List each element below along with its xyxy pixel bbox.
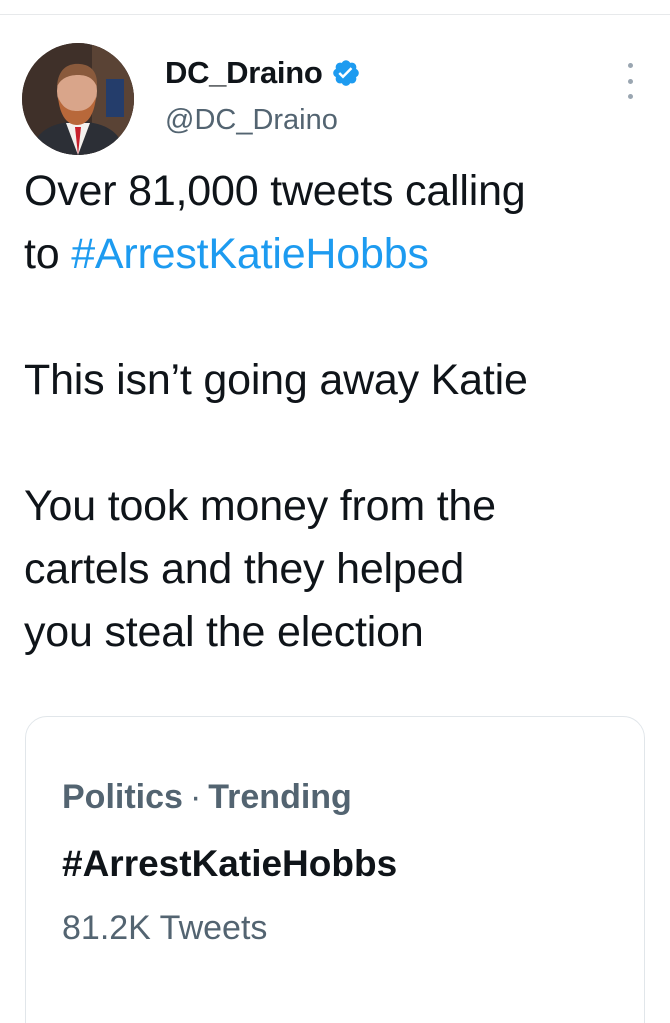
tweet-page: DC_Draino @DC_Draino Over 81,000 tweets … [0, 0, 670, 1023]
tweet-text: Over 81,000 tweets calling to #ArrestKat… [24, 160, 654, 664]
tweet-line: You took money from the [24, 482, 496, 530]
profile-avatar[interactable] [22, 43, 134, 155]
tweet-line: you steal the election [24, 608, 424, 656]
trend-category: Politics [62, 778, 183, 816]
top-divider [0, 14, 670, 15]
hashtag-link[interactable]: #ArrestKatieHobbs [71, 230, 429, 278]
more-options-icon[interactable] [618, 61, 642, 101]
trend-hashtag[interactable]: #ArrestKatieHobbs [62, 843, 397, 885]
verified-badge-icon [332, 60, 359, 86]
avatar-image [22, 43, 134, 155]
tweet-header: DC_Draino @DC_Draino [22, 43, 648, 155]
more-dot [627, 94, 633, 99]
tweet-text-prefix: to [24, 230, 72, 278]
more-dot [627, 63, 633, 68]
trend-meta: Politics · Trending [62, 778, 352, 817]
tweet-line: Over 81,000 tweets calling [24, 167, 526, 215]
name-row: DC_Draino [165, 53, 361, 93]
display-name[interactable]: DC_Draino [165, 55, 323, 91]
tweet-line: This isn’t going away Katie [24, 356, 528, 404]
more-dot [627, 78, 633, 84]
user-handle[interactable]: @DC_Draino [165, 104, 338, 137]
trend-status: Trending [208, 778, 352, 816]
trend-tweet-count: 81.2K Tweets [62, 909, 268, 947]
trend-separator: · [189, 778, 202, 816]
tweet-line: cartels and they helped [24, 545, 465, 593]
tweet-line: to #ArrestKatieHobbs [24, 223, 654, 286]
